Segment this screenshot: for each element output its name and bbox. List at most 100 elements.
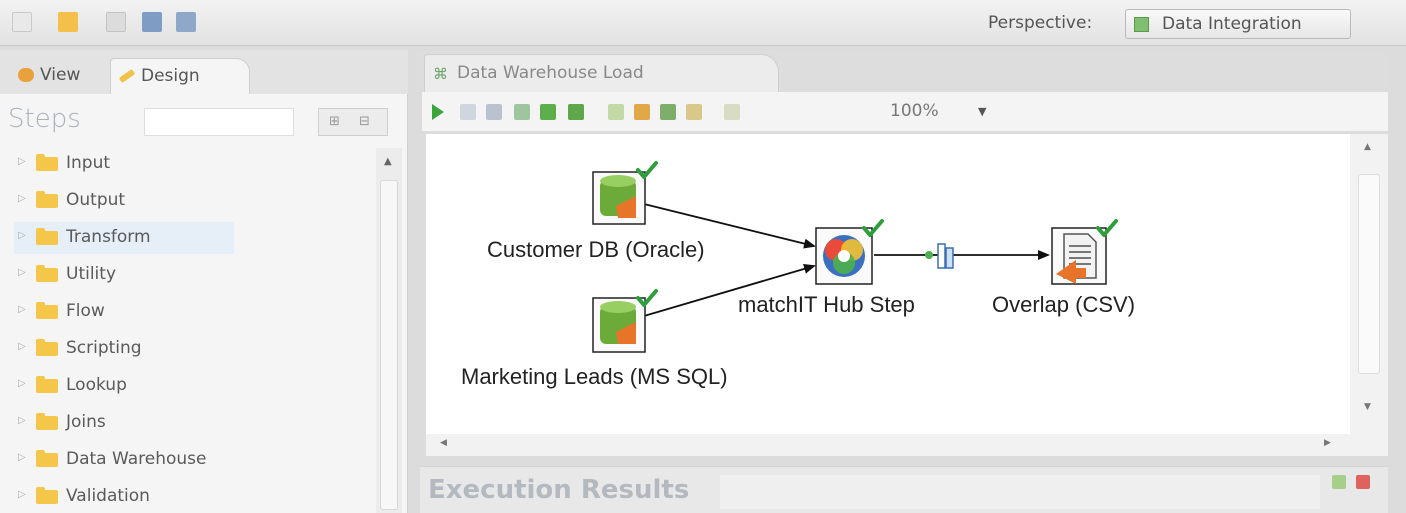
overlap-csv-label: Overlap (CSV) [992, 292, 1136, 317]
scroll-up-icon[interactable]: ▲ [384, 156, 392, 167]
explore-icon[interactable] [106, 12, 126, 32]
customer-db-label: Customer DB (Oracle) [487, 237, 705, 262]
tree-item-transform[interactable]: ▷ Transform [14, 222, 234, 254]
impact-icon[interactable] [634, 104, 650, 120]
overlap-csv-node[interactable] [1051, 227, 1107, 285]
tree-item-utility[interactable]: ▷ Utility [14, 259, 234, 291]
steps-tree: ▷ Input ▷ Output ▷ Transform ▷ Utility ▷ Flow ▷ Scr… [14, 148, 374, 513]
open-folder-icon[interactable] [58, 12, 78, 32]
tree-item-label: Output [66, 190, 126, 210]
matchit-hub-node[interactable] [815, 227, 873, 285]
tree-item-validation[interactable]: ▷ Validation [14, 481, 234, 513]
folder-icon [36, 191, 58, 208]
steps-header: Steps ⊞ ⊟ [0, 100, 408, 140]
tab-design[interactable]: Design [110, 58, 250, 94]
view-icon [18, 68, 34, 82]
folder-icon [36, 228, 58, 245]
tree-item-flow[interactable]: ▷ Flow [14, 296, 234, 328]
canvas-horizontal-scrollbar[interactable]: ◀ ▶ [426, 434, 1388, 456]
explore-db-icon[interactable] [686, 104, 702, 120]
folder-icon [36, 302, 58, 319]
expand-arrow-icon[interactable]: ▷ [18, 230, 26, 241]
scroll-down-icon[interactable]: ▼ [1364, 402, 1371, 412]
execution-results-tabbar [720, 475, 1320, 509]
expand-arrow-icon[interactable]: ▷ [18, 489, 26, 500]
close-icon[interactable] [1356, 475, 1370, 489]
perspective-label: Perspective: [988, 13, 1093, 33]
save-as-icon[interactable] [176, 12, 196, 32]
expand-arrow-icon[interactable]: ▷ [18, 415, 26, 426]
matchit-hub-label: matchIT Hub Step [738, 292, 915, 317]
tree-item-label: Scripting [66, 338, 142, 358]
tab-view-label: View [40, 65, 81, 85]
tree-item-label: Transform [66, 227, 151, 247]
left-tabs: View Design [0, 50, 408, 94]
folder-icon [36, 450, 58, 467]
maximize-icon[interactable] [1332, 475, 1346, 489]
sql-icon[interactable] [660, 104, 676, 120]
steps-buttons: ⊞ ⊟ [318, 108, 388, 136]
folder-icon [36, 265, 58, 282]
save-icon[interactable] [142, 12, 162, 32]
pause-icon[interactable] [460, 104, 476, 120]
preview-icon[interactable] [514, 104, 530, 120]
show-results-icon[interactable] [724, 104, 740, 120]
expand-arrow-icon[interactable]: ▷ [18, 378, 26, 389]
tree-item-label: Utility [66, 264, 117, 284]
tree-item-label: Flow [66, 301, 105, 321]
folder-icon [36, 413, 58, 430]
execution-results-panel: Execution Results [420, 466, 1388, 513]
scroll-thumb[interactable] [380, 180, 398, 510]
tree-item-joins[interactable]: ▷ Joins [14, 407, 234, 439]
expand-arrow-icon[interactable]: ▷ [18, 452, 26, 463]
folder-icon [36, 154, 58, 171]
expand-arrow-icon[interactable]: ▷ [18, 341, 26, 352]
editor-toolbar: 100% ▼ [422, 92, 1388, 132]
run-icon[interactable] [432, 104, 444, 120]
replay-icon[interactable] [568, 104, 584, 120]
expand-arrow-icon[interactable]: ▷ [18, 304, 26, 315]
left-panel: View Design Steps ⊞ ⊟ ▷ Input ▷ Output ▷ Tran… [0, 50, 408, 513]
verify-icon[interactable] [608, 104, 624, 120]
steps-scrollbar[interactable]: ▲ [376, 148, 402, 513]
collapse-all-icon[interactable]: ⊟ [359, 114, 370, 129]
scroll-right-icon[interactable]: ▶ [1324, 438, 1331, 448]
scroll-left-icon[interactable]: ◀ [440, 438, 447, 448]
tree-item-input[interactable]: ▷ Input [14, 148, 234, 180]
expand-all-icon[interactable]: ⊞ [329, 114, 340, 129]
steps-search-input[interactable] [144, 108, 294, 136]
zoom-value[interactable]: 100% [890, 101, 939, 121]
folder-icon [36, 339, 58, 356]
editor-tabbar: ⌘ Data Warehouse Load [416, 50, 1390, 92]
folder-icon [36, 376, 58, 393]
tree-item-lookup[interactable]: ▷ Lookup [14, 370, 234, 402]
stop-icon[interactable] [486, 104, 502, 120]
chevron-down-icon[interactable]: ▼ [978, 105, 986, 118]
tab-data-warehouse-load[interactable]: ⌘ Data Warehouse Load [424, 54, 779, 92]
expand-arrow-icon[interactable]: ▷ [18, 193, 26, 204]
tree-item-scripting[interactable]: ▷ Scripting [14, 333, 234, 365]
execution-results-title: Execution Results [428, 475, 690, 505]
transformation-canvas[interactable]: Customer DB (Oracle) Marketing Leads (MS… [426, 134, 1350, 434]
expand-arrow-icon[interactable]: ▷ [18, 267, 26, 278]
tree-item-label: Joins [66, 412, 106, 432]
tab-view[interactable]: View [10, 58, 110, 94]
expand-arrow-icon[interactable]: ▷ [18, 156, 26, 167]
pencil-icon [118, 68, 136, 84]
distribute-rows-icon[interactable] [925, 243, 954, 269]
perspective-button[interactable]: Data Integration [1125, 9, 1351, 39]
scroll-up-icon[interactable]: ▲ [1364, 142, 1371, 152]
canvas-vertical-scrollbar[interactable]: ▲ ▼ [1350, 134, 1388, 434]
customer-db-node[interactable] [592, 171, 646, 225]
tree-item-label: Input [66, 153, 111, 173]
tree-item-output[interactable]: ▷ Output [14, 185, 234, 217]
debug-icon[interactable] [540, 104, 556, 120]
checkmark-icon [636, 161, 658, 179]
editor-tab-label: Data Warehouse Load [457, 63, 644, 83]
tree-item-label: Data Warehouse [66, 449, 207, 469]
tree-item-data-warehouse[interactable]: ▷ Data Warehouse [14, 444, 234, 476]
marketing-leads-node[interactable] [592, 297, 646, 353]
new-file-icon[interactable] [12, 12, 32, 32]
scroll-thumb[interactable] [1358, 174, 1380, 374]
marketing-leads-label: Marketing Leads (MS SQL) [461, 364, 728, 389]
